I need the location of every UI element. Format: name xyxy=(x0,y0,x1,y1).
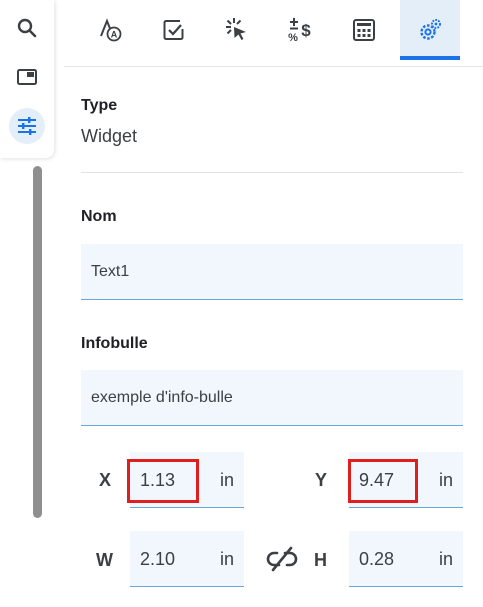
y-label: Y xyxy=(315,470,328,490)
cursor-click-icon xyxy=(226,18,246,40)
svg-text:A: A xyxy=(111,30,118,40)
tab-text-format[interactable]: A xyxy=(80,0,140,60)
w-field[interactable]: 2.10 in xyxy=(130,531,244,587)
calculator-icon xyxy=(353,19,375,41)
tune-sliders-icon xyxy=(18,117,36,135)
tab-advanced-settings[interactable] xyxy=(400,0,460,60)
section-divider xyxy=(81,172,463,173)
checkbox-icon xyxy=(163,20,184,40)
type-value: Widget xyxy=(81,126,138,146)
tooltip-field-value: exemple d'info-bulle xyxy=(91,388,233,406)
search-button[interactable] xyxy=(9,10,45,46)
scrollbar[interactable] xyxy=(33,166,42,518)
type-label: Type xyxy=(81,97,118,114)
picture-in-picture-button[interactable] xyxy=(9,59,45,95)
tab-checkbox[interactable] xyxy=(144,0,204,60)
search-icon xyxy=(17,18,37,38)
h-unit: in xyxy=(438,549,453,569)
svg-text:%: % xyxy=(288,32,298,44)
tab-numeric-format[interactable]: % $ xyxy=(270,0,330,60)
aspect-ratio-lock-button[interactable] xyxy=(265,544,299,574)
y-unit: in xyxy=(438,470,453,490)
name-label: Nom xyxy=(81,208,117,225)
gears-icon xyxy=(420,19,441,40)
toolbar-divider xyxy=(64,66,483,67)
tune-sliders-button[interactable] xyxy=(9,108,45,144)
properties-panel-window: A % $ Type Widget Nom Text1 Infobulle ex… xyxy=(0,0,483,607)
plus-minus-percent-dollar-icon: % $ xyxy=(288,18,311,44)
text-format-icon: A xyxy=(100,18,122,42)
name-field[interactable]: Text1 xyxy=(81,244,463,300)
svg-text:$: $ xyxy=(301,21,311,40)
picture-in-picture-icon xyxy=(17,69,37,85)
tooltip-label: Infobulle xyxy=(81,335,148,352)
tab-calculator[interactable] xyxy=(334,0,394,60)
w-value: 2.10 xyxy=(140,549,176,569)
tab-cursor-click[interactable] xyxy=(206,0,266,60)
h-label: H xyxy=(314,550,327,570)
w-label: W xyxy=(96,550,113,570)
w-unit: in xyxy=(219,549,234,569)
y-value: 9.47 xyxy=(359,470,395,490)
h-field[interactable]: 0.28 in xyxy=(349,531,463,587)
h-value: 0.28 xyxy=(359,549,395,569)
left-rail xyxy=(0,0,54,158)
x-field[interactable]: 1.13 in xyxy=(130,452,244,508)
tooltip-field[interactable]: exemple d'info-bulle xyxy=(81,370,463,426)
link-off-icon xyxy=(266,546,298,572)
y-field[interactable]: 9.47 in xyxy=(349,452,463,508)
name-field-value: Text1 xyxy=(91,262,130,280)
x-unit: in xyxy=(219,470,234,490)
property-toolbar: A % $ xyxy=(64,0,483,60)
x-value: 1.13 xyxy=(140,470,176,490)
x-label: X xyxy=(99,470,112,490)
